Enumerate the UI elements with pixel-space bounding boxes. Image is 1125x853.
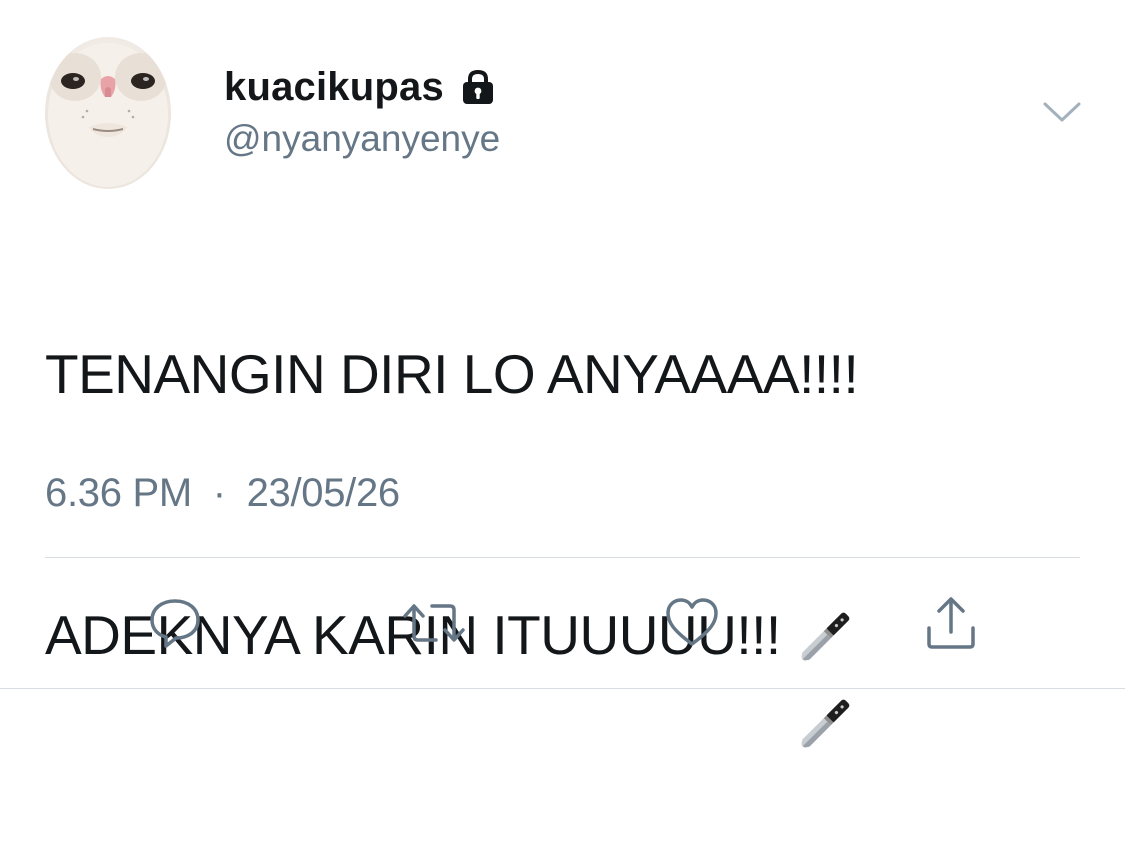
- share-icon: [927, 597, 975, 649]
- reply-button[interactable]: [142, 590, 208, 656]
- retweet-icon: [403, 604, 465, 642]
- tweet-time: 6.36 PM: [45, 471, 192, 515]
- tweet-text: TENANGIN DIRI LO ANYAAAA!!!! ADEKNYA KAR…: [45, 244, 1085, 853]
- action-bar: [0, 590, 1125, 656]
- retweet-button[interactable]: [401, 590, 467, 656]
- divider: [45, 557, 1080, 558]
- tweet-timestamp[interactable]: 6.36 PM · 23/05/26: [45, 471, 400, 516]
- meta-separator: ·: [212, 471, 226, 515]
- display-name[interactable]: kuacikupas: [224, 65, 444, 110]
- tweet-date: 23/05/26: [246, 471, 401, 515]
- share-button[interactable]: [918, 590, 984, 656]
- reply-bubble-icon: [150, 599, 200, 648]
- like-button[interactable]: [659, 590, 725, 656]
- avatar[interactable]: [45, 37, 171, 189]
- chevron-down-icon[interactable]: [1041, 96, 1083, 126]
- user-handle[interactable]: @nyanyanyenye: [224, 118, 500, 160]
- lock-icon: [458, 67, 498, 107]
- tweet-text-line-1: TENANGIN DIRI LO ANYAAAA!!!!: [45, 343, 859, 405]
- heart-icon: [666, 598, 718, 646]
- kitchen-knife-icon: [801, 700, 850, 748]
- divider: [0, 688, 1125, 689]
- display-name-row: kuacikupas: [224, 62, 498, 112]
